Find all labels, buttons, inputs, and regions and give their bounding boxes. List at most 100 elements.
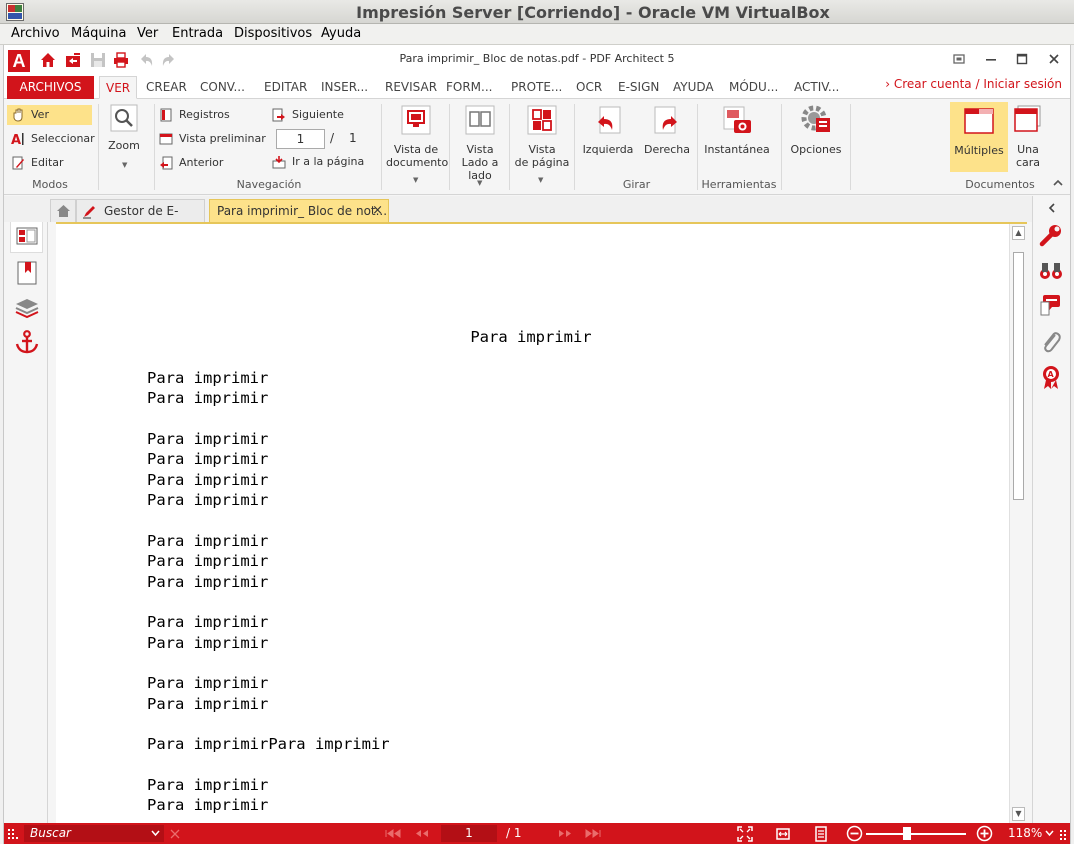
close-icon xyxy=(1049,54,1059,64)
page-view-dropdown-icon[interactable]: ▼ xyxy=(538,176,543,184)
vbox-menu-maquina[interactable]: Máquina xyxy=(71,26,127,41)
scroll-up-icon[interactable]: ▲ xyxy=(1012,226,1025,240)
resize-grip-icon[interactable] xyxy=(1059,829,1068,841)
scroll-down-icon[interactable]: ▼ xyxy=(1012,807,1025,821)
anchor-icon[interactable] xyxy=(14,329,40,355)
wrench-icon[interactable] xyxy=(1038,222,1064,248)
maximize-button[interactable] xyxy=(1009,49,1035,69)
certificate-seal-icon[interactable]: A xyxy=(1038,364,1064,390)
document-tabs: Gestor de E-Sign Para imprimir_ Bloc de … xyxy=(4,196,1070,240)
chevron-down-icon[interactable] xyxy=(151,830,160,837)
close-tab-icon[interactable]: × xyxy=(372,200,383,222)
pdf-page: Para imprimir Para imprimir Para imprimir… xyxy=(56,224,1006,823)
account-link[interactable]: › Crear cuenta / Iniciar sesión xyxy=(885,77,1062,91)
tab-activar[interactable]: ACTIV... xyxy=(794,76,839,99)
tab-ver[interactable]: VER xyxy=(99,76,138,99)
restore-layout-button[interactable] xyxy=(946,49,972,69)
vbox-menu-archivo[interactable]: Archivo xyxy=(11,26,60,41)
document-line: Para imprimir xyxy=(147,470,269,489)
zoom-level[interactable]: 118% xyxy=(1008,824,1042,843)
vbox-menu-ver[interactable]: Ver xyxy=(137,26,158,41)
minimize-button[interactable] xyxy=(978,49,1004,69)
close-button[interactable] xyxy=(1041,49,1067,69)
comments-icon[interactable] xyxy=(1038,292,1064,318)
last-page-icon[interactable] xyxy=(580,829,602,838)
tab-ayuda[interactable]: AYUDA xyxy=(673,76,714,99)
rotate-right-icon xyxy=(654,106,677,134)
instantanea-button[interactable]: Instantánea xyxy=(702,104,772,156)
bookmark-icon[interactable] xyxy=(14,260,40,286)
first-page-icon[interactable] xyxy=(384,829,406,838)
mode-ver-button[interactable]: Ver xyxy=(7,105,92,125)
thumbnails-pane-button[interactable] xyxy=(10,218,43,253)
scroll-thumb[interactable] xyxy=(1013,252,1024,500)
grip-icon[interactable] xyxy=(7,828,19,840)
zoom-button[interactable]: Zoom xyxy=(104,104,144,152)
zoom-in-icon[interactable] xyxy=(976,825,993,842)
fit-width-icon[interactable] xyxy=(775,826,791,842)
vista-documento-button[interactable]: Vista de documento xyxy=(386,104,448,169)
single-document-icon xyxy=(1014,105,1041,132)
document-view-dropdown-icon[interactable]: ▼ xyxy=(413,176,418,184)
vbox-menu-entrada[interactable]: Entrada xyxy=(172,26,223,41)
zoom-dropdown-icon[interactable]: ▼ xyxy=(122,161,127,169)
page-number-field[interactable]: 1 xyxy=(441,825,497,842)
paperclip-icon[interactable] xyxy=(1038,329,1064,355)
document-line: Para imprimir xyxy=(147,491,269,510)
gear-icon xyxy=(801,105,830,132)
tab-revisar[interactable]: REVISAR xyxy=(385,76,437,99)
group-label-documentos: Documentos xyxy=(965,178,1035,191)
tab-archivos[interactable]: ARCHIVOS xyxy=(7,76,94,99)
binoculars-icon[interactable] xyxy=(1038,258,1064,284)
zoom-dropdown-icon[interactable] xyxy=(1045,830,1054,837)
mode-editar-button[interactable]: Editar xyxy=(7,153,92,173)
collapse-ribbon-icon[interactable] xyxy=(1052,178,1064,188)
tab-ocr[interactable]: OCR xyxy=(576,76,602,99)
side-by-side-dropdown-icon[interactable]: ▼ xyxy=(477,179,482,187)
tab-proteger[interactable]: PROTE... xyxy=(511,76,562,99)
maximize-icon xyxy=(1016,53,1028,65)
document-line: Para imprimir xyxy=(147,694,269,713)
tab-formularios[interactable]: FORM... xyxy=(446,76,492,99)
zoom-out-icon[interactable] xyxy=(846,825,863,842)
page-number-input[interactable]: 1 xyxy=(276,129,325,149)
previous-page-icon[interactable] xyxy=(412,829,434,838)
virtualbox-window: Impresión Server [Corriendo] - Oracle VM… xyxy=(0,0,1074,844)
goto-page-icon xyxy=(272,156,286,169)
magnifier-icon xyxy=(110,104,138,132)
zoom-slider[interactable] xyxy=(866,833,966,835)
tab-gestor-esign[interactable]: Gestor de E-Sign xyxy=(76,199,205,240)
tab-crear[interactable]: CREAR xyxy=(146,76,187,99)
girar-derecha-button[interactable]: Derecha xyxy=(640,104,694,156)
search-input[interactable]: Buscar xyxy=(24,825,164,842)
vbox-menu-dispositivos[interactable]: Dispositivos xyxy=(234,26,312,41)
tab-editar[interactable]: EDITAR xyxy=(264,76,307,99)
mode-seleccionar-button[interactable]: A Seleccionar xyxy=(7,129,95,149)
tab-modulos[interactable]: MÓDU... xyxy=(729,76,778,99)
document-line: Para imprimir xyxy=(147,450,269,469)
layers-icon[interactable] xyxy=(14,295,40,321)
collapse-right-pane-icon[interactable] xyxy=(1046,202,1058,214)
multiples-button[interactable]: Múltiples xyxy=(950,102,1008,172)
document-line: Para imprimir xyxy=(147,389,269,408)
vista-lado-a-lado-button[interactable]: Vista Lado a lado xyxy=(455,104,505,182)
tab-para-imprimir[interactable]: Para imprimir_ Bloc de not... × xyxy=(209,199,389,222)
tab-home[interactable] xyxy=(50,199,76,222)
fit-page-icon[interactable] xyxy=(737,826,753,842)
vista-pagina-button[interactable]: Vista de página xyxy=(514,104,570,169)
next-page-icon[interactable] xyxy=(553,829,575,838)
zoom-slider-handle[interactable] xyxy=(903,827,911,840)
tab-e-sign[interactable]: E-SIGN xyxy=(618,76,659,99)
document-viewport[interactable]: Para imprimir Para imprimir Para imprimir… xyxy=(56,222,1027,823)
document-line: Para imprimir xyxy=(147,369,269,387)
opciones-button[interactable]: Opciones xyxy=(786,104,846,156)
tab-convertir[interactable]: CONV... xyxy=(200,76,245,99)
girar-izquierda-button[interactable]: Izquierda xyxy=(580,104,636,156)
vbox-menu-ayuda[interactable]: Ayuda xyxy=(321,26,361,41)
next-page-icon xyxy=(272,108,285,122)
actual-size-icon[interactable] xyxy=(813,826,829,842)
search-next-icon[interactable] xyxy=(169,828,181,840)
vertical-scrollbar[interactable]: ▲ ▼ xyxy=(1009,224,1027,823)
tab-insertar[interactable]: INSER... xyxy=(321,76,368,99)
una-cara-button[interactable]: Una cara xyxy=(1010,104,1046,169)
